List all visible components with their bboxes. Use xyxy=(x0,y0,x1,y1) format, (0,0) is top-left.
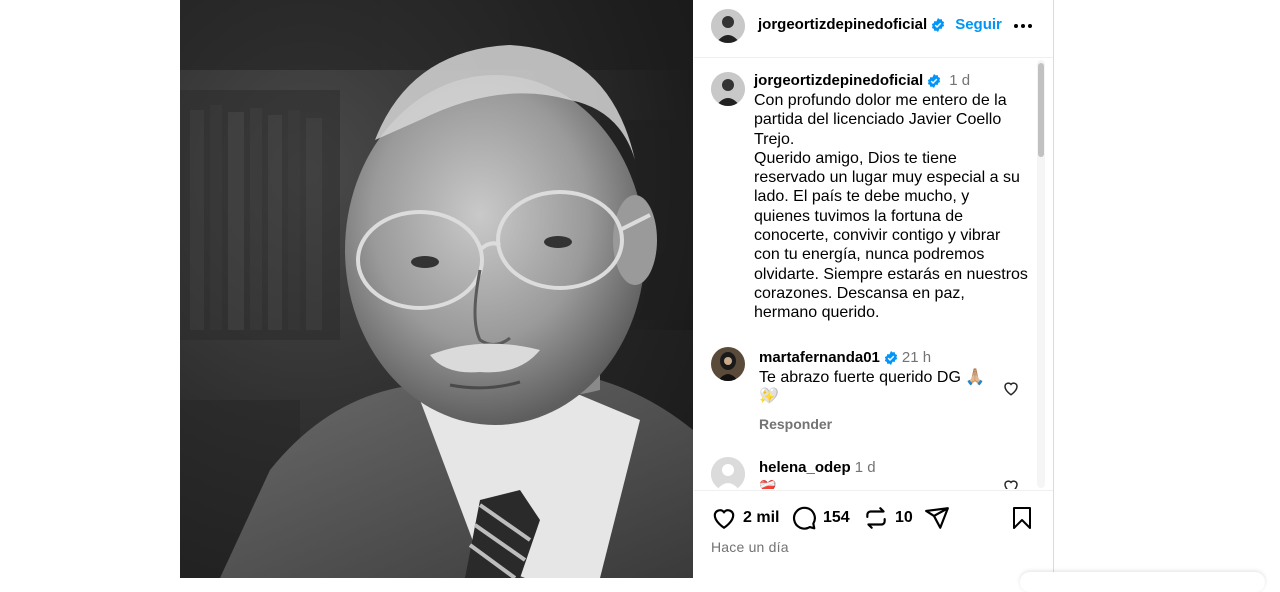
header-user-row: jorgeortizdepinedoficial Seguir xyxy=(758,16,1002,33)
verified-badge-icon xyxy=(932,17,945,32)
likes-count[interactable]: 2 mil xyxy=(743,509,779,527)
comments-scroll-area[interactable]: jorgeortizdepinedoficial 1 d Con profund… xyxy=(694,59,1053,489)
comment-username[interactable]: helena_odep xyxy=(759,459,851,476)
portrait-image xyxy=(180,0,693,578)
comment-avatar[interactable] xyxy=(711,457,745,489)
verified-badge-icon xyxy=(884,350,898,365)
author-avatar-image xyxy=(711,9,745,43)
caption-user-row: jorgeortizdepinedoficial 1 d xyxy=(754,72,970,89)
repost-icon[interactable] xyxy=(863,505,889,531)
comment-avatar-image xyxy=(711,347,745,381)
more-options-icon[interactable] xyxy=(1012,16,1034,36)
post-time-ago[interactable]: Hace un día xyxy=(711,539,789,555)
post-header: jorgeortizdepinedoficial Seguir xyxy=(694,0,1053,58)
verified-badge-icon xyxy=(928,73,941,88)
comment-action[interactable]: 154 xyxy=(791,505,850,531)
bookmark-icon[interactable] xyxy=(1010,505,1034,531)
heart-icon[interactable] xyxy=(711,505,737,531)
post-photo[interactable] xyxy=(180,0,693,578)
author-avatar[interactable] xyxy=(711,9,745,43)
comment-text: Te abrazo fuerte querido DG 🙏🏼🤍 xyxy=(759,369,986,405)
reply-button[interactable]: Responder xyxy=(759,416,832,432)
like-comment-heart-icon[interactable] xyxy=(1002,477,1020,489)
caption-avatar-image xyxy=(711,72,745,106)
like-action[interactable]: 2 mil xyxy=(711,505,779,531)
scrollbar-thumb[interactable] xyxy=(1038,63,1044,157)
comment-user-row: helena_odep 1 d xyxy=(759,459,876,476)
floating-panel-edge xyxy=(1020,572,1265,592)
share-action[interactable] xyxy=(924,505,950,531)
caption-text: Con profundo dolor me entero de la parti… xyxy=(754,92,1028,322)
author-username[interactable]: jorgeortizdepinedoficial xyxy=(758,16,927,33)
caption-age[interactable]: 1 d xyxy=(949,72,970,89)
caption-author-avatar[interactable] xyxy=(711,72,745,106)
comments-count[interactable]: 154 xyxy=(823,509,850,527)
comment-text: ❤️‍🩹 xyxy=(759,479,777,489)
comment-username[interactable]: martafernanda01 xyxy=(759,349,880,366)
repost-action[interactable]: 10 xyxy=(863,505,913,531)
default-avatar-icon xyxy=(711,457,745,489)
post-side-panel: jorgeortizdepinedoficial Seguir jorgeort… xyxy=(694,0,1054,578)
send-icon[interactable] xyxy=(924,505,950,531)
comment-age[interactable]: 1 d xyxy=(855,459,876,476)
save-action[interactable] xyxy=(1010,505,1034,531)
comment-avatar[interactable] xyxy=(711,347,745,381)
comment-text-line2: ✨ xyxy=(759,389,776,404)
reposts-count[interactable]: 10 xyxy=(895,509,913,527)
comment-user-row: martafernanda01 21 h xyxy=(759,349,931,366)
comment-bubble-icon[interactable] xyxy=(791,505,817,531)
comments-scrollbar[interactable] xyxy=(1037,60,1045,488)
caption-username[interactable]: jorgeortizdepinedoficial xyxy=(754,72,923,89)
comment-age[interactable]: 21 h xyxy=(902,349,931,366)
follow-button[interactable]: Seguir xyxy=(955,16,1002,33)
like-comment-heart-icon[interactable] xyxy=(1002,379,1020,397)
post-actions-bar: 2 mil 154 10 Hace un día xyxy=(694,490,1053,579)
